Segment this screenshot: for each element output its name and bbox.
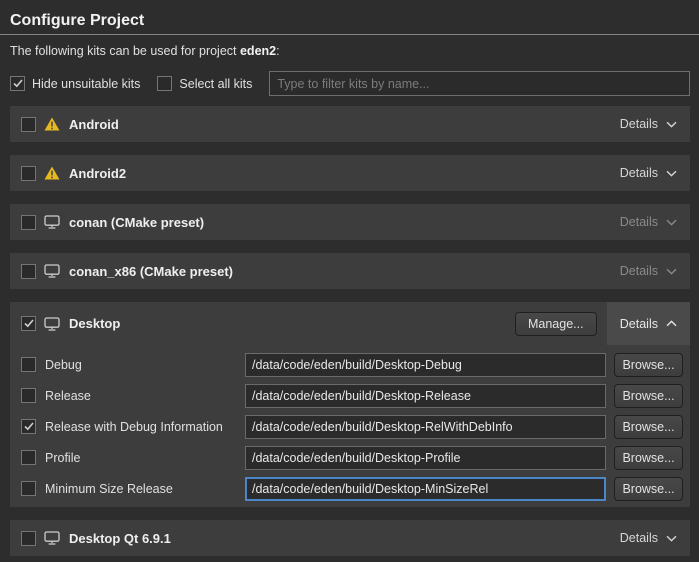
kit-header: Android2 Details: [10, 155, 690, 191]
kit-list: Android Details Android2 Deta: [0, 106, 699, 556]
kit-row: Desktop Qt 6.9.1 Details: [10, 520, 690, 556]
browse-button[interactable]: Browse...: [614, 353, 683, 377]
kits-subtitle: The following kits can be used for proje…: [10, 44, 689, 58]
config-label: Release with Debug Information: [45, 420, 223, 434]
warning-icon: [44, 166, 60, 180]
desktop-icon: [44, 264, 60, 278]
kit-details-button[interactable]: Details: [607, 302, 690, 345]
kit-header: conan_x86 (CMake preset) Details: [10, 253, 690, 289]
kit-row: Android2 Details: [10, 155, 690, 191]
chevron-down-icon: [666, 268, 677, 275]
configure-project-page: Configure Project The following kits can…: [0, 0, 699, 556]
kit-row: conan (CMake preset) Details: [10, 204, 690, 240]
kit-details-button[interactable]: Details: [607, 106, 690, 142]
build-config-row: Release with Debug Information Browse...: [21, 414, 683, 439]
config-path-input[interactable]: [245, 384, 606, 408]
browse-button[interactable]: Browse...: [614, 477, 683, 501]
build-config-row: Release Browse...: [21, 383, 683, 408]
details-label: Details: [620, 166, 658, 180]
kit-row: Android Details: [10, 106, 690, 142]
config-label: Minimum Size Release: [45, 482, 173, 496]
build-config-left: Minimum Size Release: [21, 481, 245, 496]
config-label: Release: [45, 389, 91, 403]
kit-checkbox[interactable]: [21, 166, 36, 181]
chevron-down-icon: [666, 170, 677, 177]
desktop-icon: [44, 531, 60, 545]
kit-header: conan (CMake preset) Details: [10, 204, 690, 240]
kit-details-button[interactable]: Details: [607, 204, 690, 240]
kit-name: conan_x86 (CMake preset): [69, 264, 233, 279]
kit-name: Desktop: [69, 316, 120, 331]
title-divider: [0, 34, 699, 35]
subtitle-text: The following kits can be used for proje…: [10, 44, 240, 58]
build-config-left: Release with Debug Information: [21, 419, 245, 434]
check-icon: [24, 422, 34, 431]
page-title: Configure Project: [10, 11, 689, 30]
browse-button[interactable]: Browse...: [614, 415, 683, 439]
kit-row: Desktop Manage... Details Debug Browse..…: [10, 302, 690, 507]
kit-checkbox[interactable]: [21, 215, 36, 230]
kit-configs: Debug Browse... Release Browse... Releas…: [10, 345, 690, 507]
config-checkbox[interactable]: [21, 450, 36, 465]
kit-row: conan_x86 (CMake preset) Details: [10, 253, 690, 289]
select-all-checkbox[interactable]: [157, 76, 172, 91]
browse-button[interactable]: Browse...: [614, 384, 683, 408]
kit-name: Android2: [69, 166, 126, 181]
kit-details-button[interactable]: Details: [607, 253, 690, 289]
config-checkbox[interactable]: [21, 357, 36, 372]
build-config-row: Minimum Size Release Browse...: [21, 476, 683, 501]
kit-header: Desktop Manage... Details: [10, 302, 690, 345]
hide-unsuitable-label: Hide unsuitable kits: [32, 77, 140, 91]
build-config-row: Debug Browse...: [21, 352, 683, 377]
kit-header: Android Details: [10, 106, 690, 142]
details-label: Details: [620, 317, 658, 331]
project-name: eden2: [240, 44, 276, 58]
hide-unsuitable-checkbox[interactable]: [10, 76, 25, 91]
kit-name: Android: [69, 117, 119, 132]
kit-checkbox[interactable]: [21, 316, 36, 331]
kit-checkbox[interactable]: [21, 264, 36, 279]
desktop-icon: [44, 215, 60, 229]
manage-button[interactable]: Manage...: [515, 312, 597, 336]
build-config-left: Debug: [21, 357, 245, 372]
config-checkbox[interactable]: [21, 388, 36, 403]
config-path-input[interactable]: [245, 353, 606, 377]
kit-details-button[interactable]: Details: [607, 155, 690, 191]
config-path-input[interactable]: [245, 446, 606, 470]
select-all-group: Select all kits: [157, 76, 252, 91]
kit-details-button[interactable]: Details: [607, 520, 690, 556]
config-path-input[interactable]: [245, 415, 606, 439]
kit-filter-input[interactable]: [269, 71, 690, 96]
build-config-row: Profile Browse...: [21, 445, 683, 470]
subtitle-colon: :: [276, 44, 279, 58]
chevron-down-icon: [666, 121, 677, 128]
details-label: Details: [620, 215, 658, 229]
build-config-left: Profile: [21, 450, 245, 465]
kit-header: Desktop Qt 6.9.1 Details: [10, 520, 690, 556]
config-checkbox[interactable]: [21, 419, 36, 434]
config-path-input[interactable]: [245, 477, 606, 501]
warning-icon: [44, 117, 60, 131]
chevron-up-icon: [666, 320, 677, 327]
chevron-down-icon: [666, 219, 677, 226]
kit-checkbox[interactable]: [21, 531, 36, 546]
build-config-left: Release: [21, 388, 245, 403]
select-all-label: Select all kits: [179, 77, 252, 91]
details-label: Details: [620, 117, 658, 131]
hide-unsuitable-group: Hide unsuitable kits: [10, 76, 140, 91]
kits-toolbar: Hide unsuitable kits Select all kits: [10, 71, 690, 96]
details-label: Details: [620, 264, 658, 278]
config-label: Debug: [45, 358, 82, 372]
chevron-down-icon: [666, 535, 677, 542]
config-label: Profile: [45, 451, 80, 465]
desktop-icon: [44, 317, 60, 331]
check-icon: [13, 79, 23, 88]
check-icon: [24, 319, 34, 328]
browse-button[interactable]: Browse...: [614, 446, 683, 470]
details-label: Details: [620, 531, 658, 545]
kit-name: Desktop Qt 6.9.1: [69, 531, 171, 546]
config-checkbox[interactable]: [21, 481, 36, 496]
kit-name: conan (CMake preset): [69, 215, 204, 230]
kit-checkbox[interactable]: [21, 117, 36, 132]
